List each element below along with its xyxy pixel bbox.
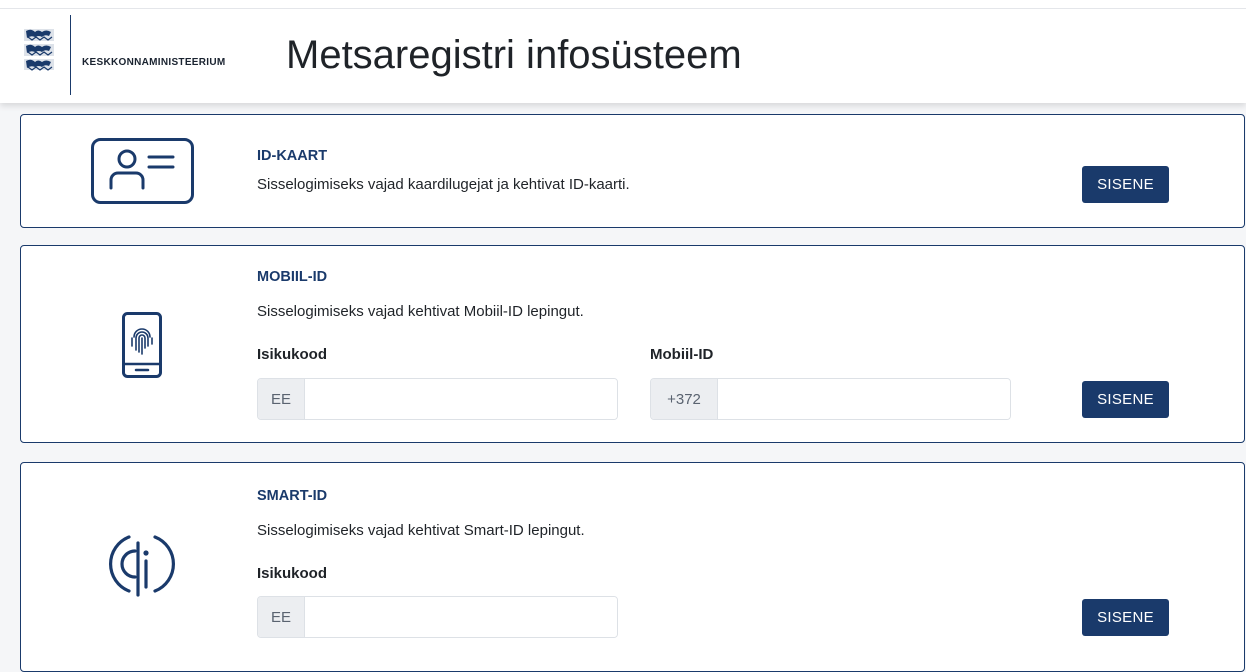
smart-id-personal-code-input[interactable] — [305, 597, 617, 637]
country-prefix: EE — [258, 379, 305, 419]
smart-id-login-button[interactable]: SISENE — [1082, 599, 1169, 636]
id-card-login-card: ID-KAART Sisselogimiseks vajad kaardilug… — [20, 114, 1245, 228]
smart-id-login-card: SMART-ID Sisselogimiseks vajad kehtivat … — [20, 462, 1245, 672]
page-title: Metsaregistri infosüsteem — [286, 33, 742, 77]
mobile-id-title: MOBIIL-ID — [257, 269, 328, 285]
smart-id-personal-code-group: EE — [257, 596, 618, 638]
smart-id-description: Sisselogimiseks vajad kehtivat Smart-ID … — [257, 522, 585, 539]
mobile-id-login-card: MOBIIL-ID Sisselogimiseks vajad kehtivat… — [20, 245, 1245, 443]
id-card-description: Sisselogimiseks vajad kaardilugejat ja k… — [257, 176, 630, 193]
page-header: Keskkonnaministeerium Metsaregistri info… — [0, 0, 1246, 103]
smart-id-icon — [108, 535, 176, 597]
smart-id-personal-code-label: Isikukood — [257, 565, 328, 582]
ministry-name: Keskkonnaministeerium — [82, 52, 226, 68]
mobile-id-phone-label: Mobiil-ID — [650, 346, 714, 363]
mobile-id-phone-group: +372 — [650, 378, 1011, 420]
mobile-id-personal-code-group: EE — [257, 378, 618, 420]
mobile-fingerprint-icon — [122, 312, 162, 378]
header-top-divider — [0, 8, 1246, 9]
smart-id-title: SMART-ID — [257, 488, 328, 504]
mobile-id-personal-code-label: Isikukood — [257, 346, 328, 363]
mobile-id-login-button[interactable]: SISENE — [1082, 381, 1169, 418]
mobile-id-personal-code-input[interactable] — [305, 379, 617, 419]
country-prefix: EE — [258, 597, 305, 637]
mobile-id-description: Sisselogimiseks vajad kehtivat Mobiil-ID… — [257, 303, 584, 320]
id-card-icon — [91, 138, 194, 204]
mobile-id-phone-input[interactable] — [718, 379, 1010, 419]
phone-prefix: +372 — [651, 379, 718, 419]
id-card-login-button[interactable]: SISENE — [1082, 166, 1169, 203]
coat-of-arms-logo-icon — [24, 29, 54, 71]
header-logo-divider — [70, 15, 71, 95]
id-card-title: ID-KAART — [257, 148, 328, 164]
